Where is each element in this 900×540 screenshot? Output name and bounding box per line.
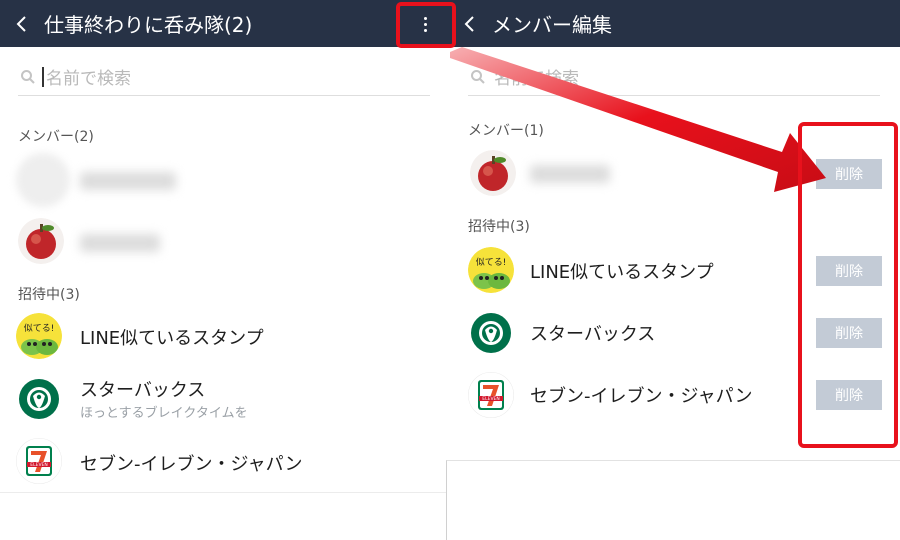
invited-row[interactable]: ELEVEN セブン-イレブン・ジャパン bbox=[0, 430, 448, 490]
invited-name: セブン-イレブン・ジャパン bbox=[530, 386, 753, 407]
invited-name: セブン-イレブン・ジャパン bbox=[80, 454, 303, 475]
member-name-redacted bbox=[80, 172, 176, 190]
member-name-redacted bbox=[530, 165, 610, 183]
invited-name: LINE似ているスタンプ bbox=[530, 262, 714, 283]
bottom-sheet bbox=[446, 460, 900, 540]
seven-eleven-avatar: ELEVEN bbox=[468, 372, 514, 418]
search-placeholder: 名前で検索 bbox=[46, 69, 131, 89]
member-name-redacted bbox=[80, 234, 160, 252]
seven-eleven-avatar: ELEVEN bbox=[16, 438, 62, 484]
apple-avatar bbox=[18, 218, 64, 264]
member-row[interactable] bbox=[0, 150, 448, 210]
stamp-avatar: 似てる! bbox=[16, 313, 62, 359]
page-title: メンバー編集 bbox=[492, 13, 612, 37]
search-icon bbox=[21, 69, 35, 84]
page-title: 仕事終わりに呑み隊(2) bbox=[44, 13, 253, 37]
divider bbox=[0, 492, 448, 493]
members-section-label: メンバー(2) bbox=[18, 129, 94, 145]
highlight-more-button bbox=[396, 2, 456, 48]
invited-name: スターバックス bbox=[530, 324, 656, 345]
invited-status-message: ほっとするブレイクタイムを bbox=[80, 406, 248, 421]
invited-section-label: 招待中(3) bbox=[18, 287, 80, 303]
text-cursor bbox=[42, 66, 44, 87]
seven-eleven-text: ELEVEN bbox=[30, 462, 47, 468]
invited-name: スターバックス bbox=[80, 380, 206, 401]
stamp-avatar: 似てる! bbox=[468, 247, 514, 293]
highlight-delete-buttons bbox=[798, 122, 898, 448]
group-members-screen: 仕事終わりに呑み隊(2) 名前で検索 メンバー(2) 招待中(3) 似てる! L… bbox=[0, 0, 448, 540]
starbucks-avatar bbox=[16, 376, 62, 422]
stamp-text: 似てる! bbox=[476, 257, 507, 268]
invited-name: LINE似ているスタンプ bbox=[80, 328, 264, 349]
back-button[interactable] bbox=[16, 15, 32, 32]
back-button[interactable] bbox=[464, 15, 480, 32]
avatar bbox=[16, 153, 70, 207]
chevron-left-icon bbox=[464, 15, 474, 32]
invited-row[interactable]: 似てる! LINE似ているスタンプ bbox=[0, 306, 448, 366]
chevron-left-icon bbox=[16, 15, 26, 32]
search-placeholder: 名前で検索 bbox=[494, 69, 579, 89]
search-icon bbox=[471, 69, 485, 84]
header-bar: 仕事終わりに呑み隊(2) bbox=[0, 0, 448, 47]
invited-row[interactable]: スターバックス ほっとするブレイクタイムを bbox=[0, 368, 448, 428]
search-input[interactable]: 名前で検索 bbox=[468, 58, 880, 96]
header-bar: メンバー編集 bbox=[448, 0, 900, 47]
apple-avatar bbox=[470, 150, 516, 196]
member-row[interactable] bbox=[0, 212, 448, 272]
search-input[interactable]: 名前で検索 bbox=[18, 58, 430, 96]
starbucks-avatar bbox=[468, 310, 514, 356]
invited-section-label: 招待中(3) bbox=[468, 219, 530, 235]
members-section-label: メンバー(1) bbox=[468, 123, 544, 139]
seven-eleven-text: ELEVEN bbox=[482, 396, 499, 402]
stamp-text: 似てる! bbox=[24, 323, 55, 334]
